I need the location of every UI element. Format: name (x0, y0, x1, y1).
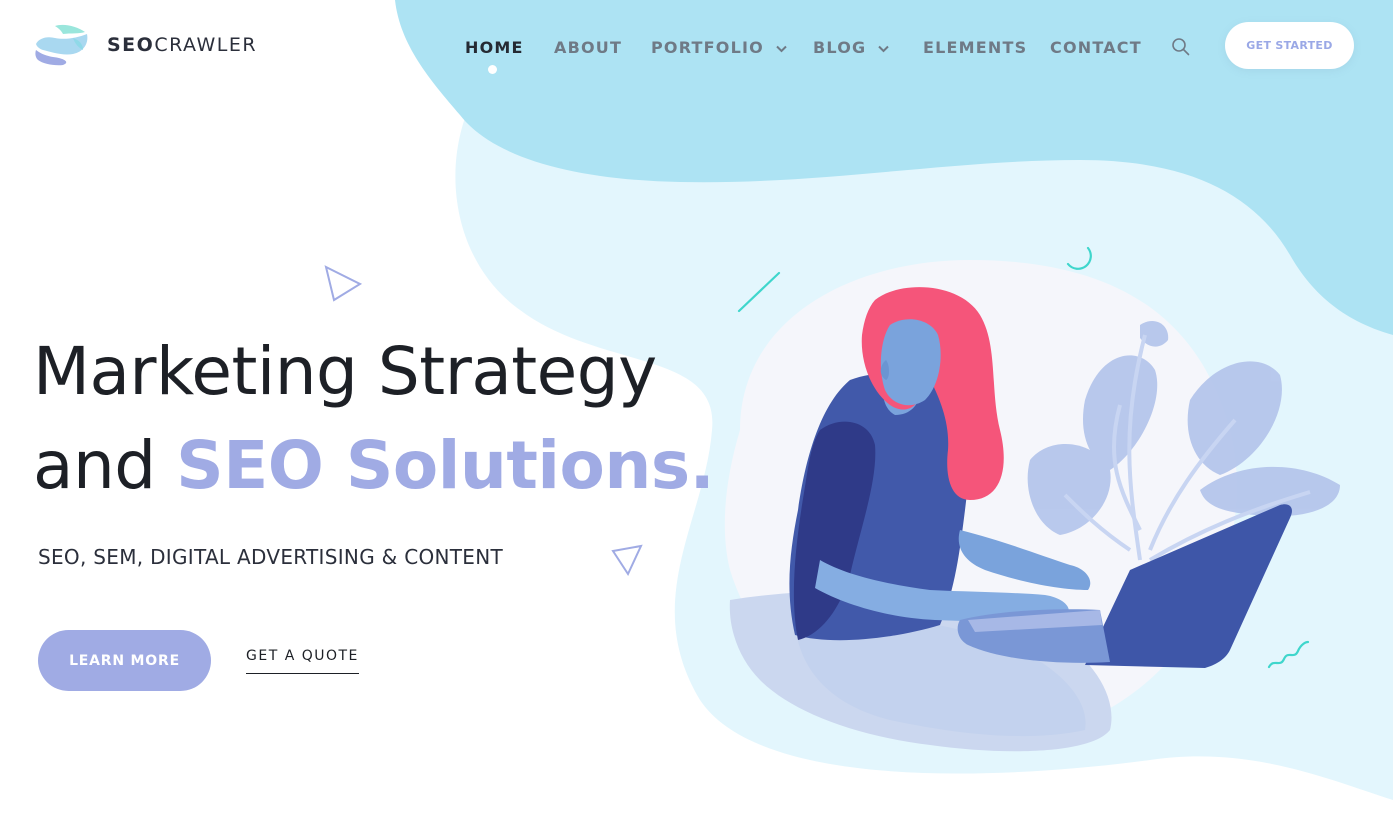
triangle-outline-icon (324, 265, 363, 302)
nav-item-contact[interactable]: CONTACT (1050, 36, 1142, 58)
search-icon (1172, 38, 1190, 56)
logo-wordmark: SEOCRAWLER (107, 33, 258, 56)
active-nav-indicator (488, 65, 497, 74)
search-button[interactable] (1171, 37, 1191, 57)
logo-text-rest: CRAWLER (154, 33, 258, 56)
nav-item-home[interactable]: HOME (465, 36, 524, 58)
logo-s-icon (35, 24, 88, 66)
nav-item-portfolio[interactable]: PORTFOLIO (651, 36, 787, 58)
hero-title-accent: SEO Solutions. (176, 427, 715, 504)
site-logo[interactable]: SEOCRAWLER (33, 24, 257, 66)
nav-item-label: ABOUT (554, 37, 623, 57)
learn-more-button[interactable]: LEARN MORE (38, 630, 211, 691)
hero-title-line2-plain: and (33, 427, 177, 504)
hero-title: Marketing Strategy and SEO Solutions. (33, 325, 715, 513)
logo-text-bold: SEO (107, 33, 155, 56)
chevron-down-icon (776, 38, 787, 57)
hero-title-line1: Marketing Strategy (33, 333, 657, 410)
nav-item-label: PORTFOLIO (651, 37, 764, 57)
nav-item-label: ELEMENTS (923, 37, 1028, 57)
get-started-button[interactable]: GET STARTED (1225, 22, 1354, 69)
nav-item-about[interactable]: ABOUT (554, 36, 622, 58)
triangle-outline-icon (611, 544, 643, 577)
hero-subtitle: SEO, SEM, DIGITAL ADVERTISING & CONTENT (38, 545, 504, 569)
get-a-quote-link[interactable]: GET A QUOTE (246, 648, 359, 674)
nav-item-blog[interactable]: BLOG (813, 36, 890, 58)
nav-item-label: BLOG (813, 37, 867, 57)
chevron-down-icon (878, 38, 890, 57)
nav-item-elements[interactable]: ELEMENTS (923, 36, 1027, 58)
woman-using-laptop-illustration (724, 260, 1340, 752)
nav-item-label: HOME (465, 37, 524, 57)
nav-item-label: CONTACT (1050, 37, 1142, 57)
